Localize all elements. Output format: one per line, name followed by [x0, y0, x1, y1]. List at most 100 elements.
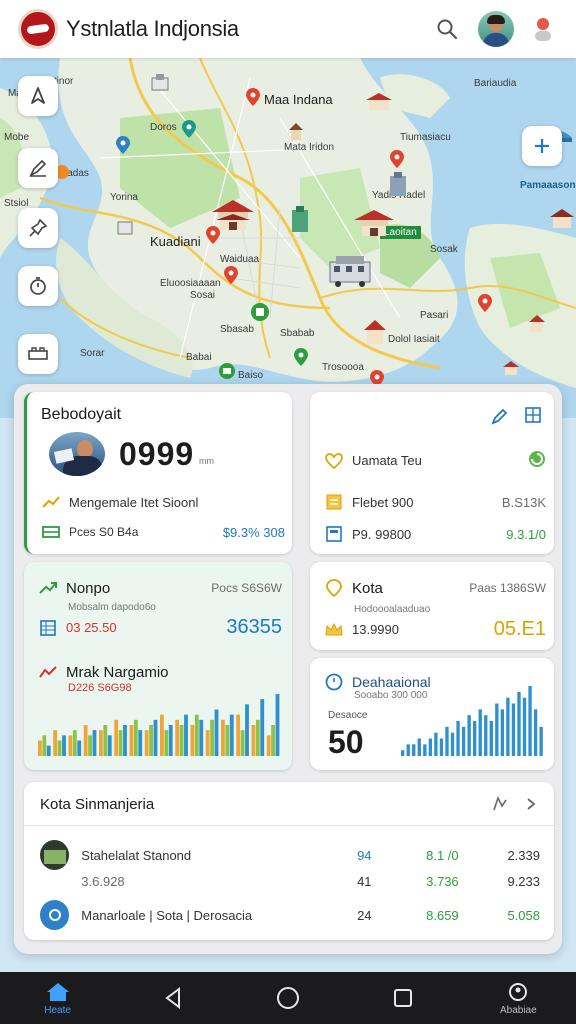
chart-bar: [179, 725, 184, 756]
chart-bar: [184, 714, 188, 756]
map-pin-icon[interactable]: [224, 266, 238, 284]
summary-row-value: $9.3% 308: [222, 524, 285, 540]
chart-bar: [417, 738, 421, 756]
add-icon[interactable]: [522, 126, 562, 166]
back-icon: [165, 987, 180, 1009]
nav-recents[interactable]: [363, 972, 443, 1024]
temple-icon[interactable]: [502, 360, 520, 376]
deah-card[interactable]: Deahaaional Sooabo 300 000 Desaoce 50: [310, 658, 554, 770]
chart-bar: [511, 703, 516, 756]
temple-icon[interactable]: [352, 208, 396, 238]
kota-list-card[interactable]: Kota Sinmanjeria Stahelalat Stanond 94 8…: [24, 782, 554, 940]
building-icon[interactable]: [288, 122, 304, 142]
chart-bar: [168, 725, 173, 756]
status-card[interactable]: Uamata Teu Flebet 900 B.S13K P9. 99800 9…: [310, 392, 554, 554]
map-label: Yorina: [110, 192, 138, 203]
building-icon[interactable]: [116, 218, 134, 236]
chart-bar: [38, 740, 42, 756]
chart-bar: [123, 725, 127, 756]
navigate-icon[interactable]: [18, 76, 58, 116]
list-avatar: [40, 840, 70, 870]
status-row-label: Flebet 900: [352, 494, 414, 510]
nonpo-card[interactable]: Nonpo Pocs S6S6W Mobsalm dapodo6o 03 25.…: [24, 562, 292, 770]
summary-title: Bebodoyait: [41, 406, 122, 423]
chart-bar: [194, 714, 199, 756]
chart-bar: [275, 694, 280, 756]
chart-bar: [517, 691, 521, 756]
chart-bar: [164, 730, 169, 756]
chart-bar: [423, 744, 427, 756]
temple-icon[interactable]: [362, 318, 388, 346]
app-logo[interactable]: [18, 9, 58, 49]
profile-icon[interactable]: [528, 14, 558, 44]
building-icon[interactable]: [250, 302, 270, 322]
list-item-c2: 8.659: [426, 907, 459, 923]
nonpo-bar-chart: [38, 694, 280, 756]
timer-icon[interactable]: [18, 266, 58, 306]
map-label: Eluoosiaaaan: [160, 278, 221, 289]
heart-icon: [324, 451, 344, 471]
chart-bar: [412, 744, 416, 756]
temple-icon[interactable]: [548, 208, 576, 230]
building-icon[interactable]: [150, 74, 170, 92]
document-icon: [324, 492, 344, 512]
summary-card[interactable]: Bebodoyait 0999 mm Mengemale Itet Sioonl…: [24, 392, 292, 554]
map-label: Sosai: [190, 290, 216, 301]
map-label: Tiumasiacu: [400, 132, 451, 143]
map-pin-icon[interactable]: [390, 150, 404, 168]
chart-bar: [489, 721, 493, 756]
temple-icon[interactable]: [364, 92, 394, 112]
chart-bar: [478, 709, 482, 756]
chart-bar: [42, 735, 47, 756]
list-item-c1: 41: [357, 874, 372, 889]
building-icon[interactable]: [386, 172, 410, 198]
map-label: Pasari: [420, 310, 449, 321]
avatar[interactable]: [478, 11, 514, 47]
search-icon[interactable]: [430, 12, 464, 46]
kota-card[interactable]: Kota Paas 1386SW Hodoooalaaduao 13.9990 …: [310, 562, 554, 650]
building-icon[interactable]: [218, 362, 236, 380]
chevron-right-icon[interactable]: [524, 794, 538, 819]
map-pin-icon[interactable]: [116, 136, 130, 154]
list-item[interactable]: Manarloale | Sota | Derosacia 24 8.659 5…: [40, 900, 540, 930]
list-title: Kota Sinmanjeria: [40, 796, 155, 813]
map-pin-icon[interactable]: [294, 348, 308, 366]
chart-bar: [99, 730, 103, 756]
chart-bar: [205, 730, 210, 756]
list-item[interactable]: Stahelalat Stanond 94 8.1 /0 2.339: [40, 840, 540, 870]
kota-sub-value: 13.9990: [352, 622, 399, 637]
temple-icon[interactable]: [210, 198, 256, 232]
draw-icon[interactable]: [18, 148, 58, 188]
refresh-icon[interactable]: [490, 794, 510, 819]
pin-tool-icon[interactable]: [18, 208, 58, 248]
chart-bar: [236, 714, 241, 756]
layers-icon[interactable]: [18, 334, 58, 374]
chart-bar: [114, 719, 119, 756]
status-row-label: P9. 99800: [352, 526, 412, 542]
nav-profile[interactable]: Ababiae: [478, 972, 558, 1024]
temple-icon[interactable]: [528, 314, 546, 334]
nav-back[interactable]: [133, 972, 213, 1024]
nav-home-button[interactable]: [248, 972, 328, 1024]
chart-bar: [522, 697, 527, 756]
status-row: Uamata Teu: [324, 450, 546, 471]
chart-bar: [83, 725, 88, 756]
chart-bar: [456, 721, 460, 756]
grid-icon[interactable]: [524, 406, 542, 429]
status-row-value: B.S13K: [501, 494, 546, 510]
map-pin-icon[interactable]: [246, 88, 260, 106]
map-view[interactable]: Ibatinor Mao Mobe Doros Stsiol Yorina Ku…: [0, 58, 576, 418]
building-icon[interactable]: [290, 206, 310, 234]
nav-home[interactable]: Heate: [18, 972, 98, 1024]
chart-bar: [401, 750, 405, 756]
building-icon[interactable]: [326, 254, 374, 288]
clock-icon: [324, 672, 344, 692]
app-title: Ystnlatla Indjonsia: [66, 16, 239, 41]
map-label: Kuadiani: [150, 234, 201, 249]
map-pin-icon[interactable]: [478, 294, 492, 312]
map-pin-icon[interactable]: [182, 120, 196, 138]
list-item[interactable]: 3.6.928 41 3.736 9.233: [40, 874, 540, 889]
kota-header: Kota Paas 1386SW: [324, 578, 546, 598]
edit-icon[interactable]: [490, 406, 510, 431]
profile-circle-icon: [509, 982, 528, 1001]
